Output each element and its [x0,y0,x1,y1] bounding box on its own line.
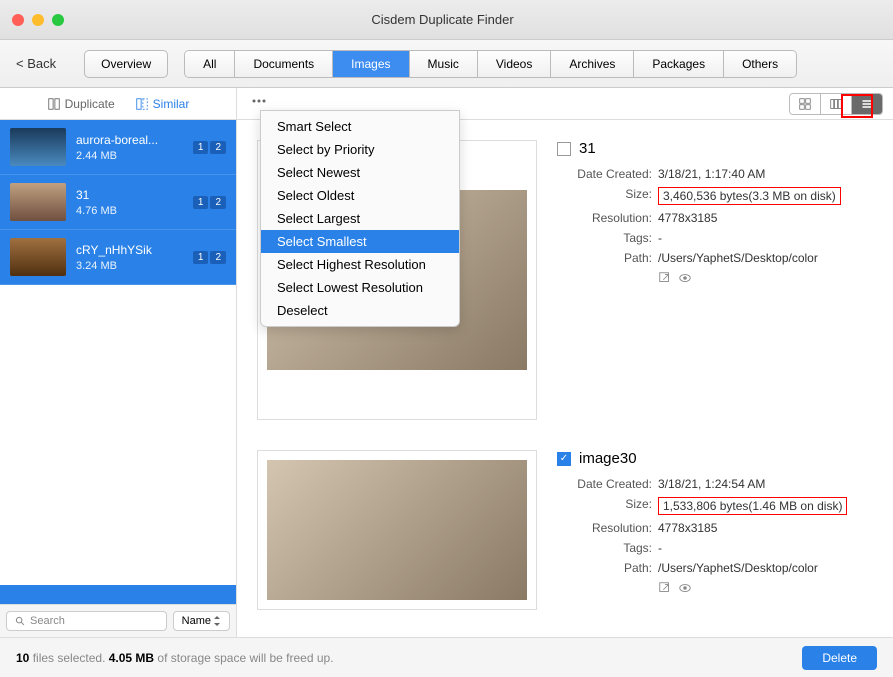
menu-select-highest-res[interactable]: Select Highest Resolution [261,253,459,276]
file-size-value: 3,460,536 bytes(3.3 MB on disk) [658,187,841,205]
menu-smart-select[interactable]: Smart Select [261,115,459,138]
date-created: 3/18/21, 1:17:40 AM [658,167,765,181]
file-path: /Users/YaphetS/Desktop/color [658,561,818,575]
reveal-icon[interactable] [658,581,672,595]
file-name: 31 [76,188,183,202]
tab-music[interactable]: Music [410,51,478,77]
file-size: 3.24 MB [76,260,183,272]
badge-count: 2 [210,196,226,209]
tab-documents[interactable]: Documents [235,51,333,77]
item-title: 31 [579,140,596,157]
view-grid-button[interactable] [790,94,821,114]
date-created: 3/18/21, 1:24:54 AM [658,477,765,491]
file-item[interactable]: cRY_nHhYSik 3.24 MB 1 2 [0,230,236,285]
sidebar-tab-duplicate[interactable]: Duplicate [47,97,115,111]
quicklook-icon[interactable] [678,581,692,595]
thumbnail [10,183,66,221]
tab-images[interactable]: Images [333,51,409,77]
back-button[interactable]: < Back [16,56,56,71]
tags: - [658,541,662,555]
category-tabs: All Documents Images Music Videos Archiv… [184,50,797,78]
file-name: aurora-boreal... [76,133,183,147]
similar-icon [135,97,149,111]
thumbnail [10,128,66,166]
tab-others[interactable]: Others [724,51,796,77]
file-path: /Users/YaphetS/Desktop/color [658,251,818,265]
file-name: cRY_nHhYSik [76,243,183,257]
tab-all[interactable]: All [185,51,235,77]
overview-button[interactable]: Overview [84,50,168,78]
badge-count: 1 [193,141,209,154]
menu-deselect[interactable]: Deselect [261,299,459,322]
file-size: 2.44 MB [76,150,183,162]
menu-select-newest[interactable]: Select Newest [261,161,459,184]
image-preview [257,450,537,610]
sidebar-tab-similar[interactable]: Similar [135,97,190,111]
menu-select-priority[interactable]: Select by Priority [261,138,459,161]
sidebar: Duplicate Similar aurora-boreal... 2.44 … [0,88,237,637]
tab-videos[interactable]: Videos [478,51,551,77]
thumbnail [10,238,66,276]
search-input[interactable]: Search [6,611,167,631]
badge-count: 1 [193,196,209,209]
file-item[interactable]: aurora-boreal... 2.44 MB 1 2 [0,120,236,175]
menu-select-smallest[interactable]: Select Smallest [261,230,459,253]
tab-archives[interactable]: Archives [551,51,634,77]
menu-select-largest[interactable]: Select Largest [261,207,459,230]
window-title: Cisdem Duplicate Finder [4,12,881,27]
tags: - [658,231,662,245]
badge-count: 2 [210,141,226,154]
view-toggle [789,93,883,115]
search-icon [15,616,26,627]
file-list: aurora-boreal... 2.44 MB 1 2 31 4.76 MB … [0,120,236,604]
menu-select-oldest[interactable]: Select Oldest [261,184,459,207]
sort-arrows-icon [213,616,221,626]
resolution: 4778x3185 [658,521,717,535]
quicklook-icon[interactable] [678,271,692,285]
duplicate-icon [47,97,61,111]
delete-button[interactable]: Delete [802,646,877,670]
menu-select-lowest-res[interactable]: Select Lowest Resolution [261,276,459,299]
file-size-value: 1,533,806 bytes(1.46 MB on disk) [658,497,847,515]
tab-packages[interactable]: Packages [634,51,724,77]
view-columns-button[interactable] [821,94,852,114]
item-title: image30 [579,450,637,467]
select-checkbox[interactable] [557,452,571,466]
view-list-button[interactable] [852,94,882,114]
sort-button[interactable]: Name [173,611,230,631]
titlebar: Cisdem Duplicate Finder [0,0,893,40]
footer-status: 10 files selected. 4.05 MB of storage sp… [16,651,334,665]
file-size: 4.76 MB [76,205,183,217]
select-checkbox[interactable] [557,142,571,156]
file-item[interactable]: 31 4.76 MB 1 2 [0,175,236,230]
badge-count: 1 [193,251,209,264]
reveal-icon[interactable] [658,271,672,285]
resolution: 4778x3185 [658,211,717,225]
toolbar: < Back Overview All Documents Images Mus… [0,40,893,88]
badge-count: 2 [210,251,226,264]
footer: 10 files selected. 4.05 MB of storage sp… [0,637,893,677]
select-menu: Smart Select Select by Priority Select N… [260,110,460,327]
detail-item: image30 Date Created:3/18/21, 1:24:54 AM… [257,450,873,610]
